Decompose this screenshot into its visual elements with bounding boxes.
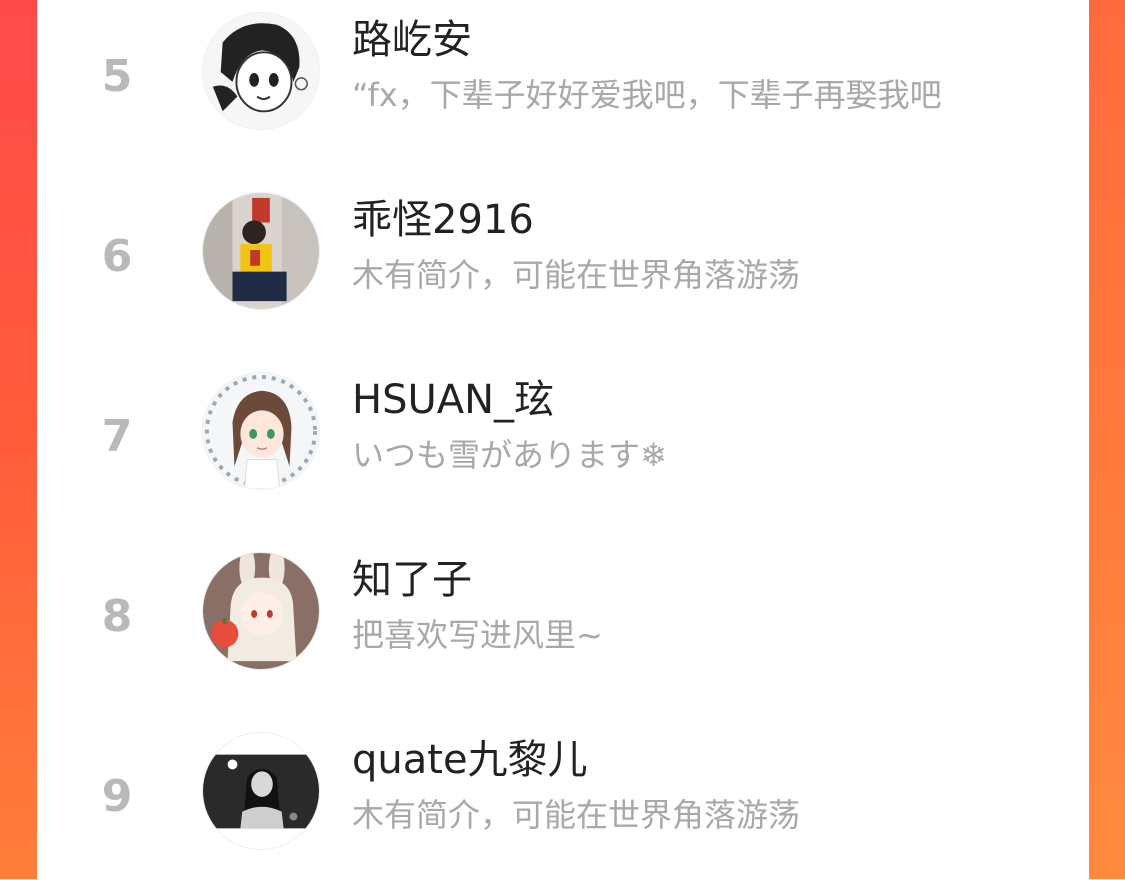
anime-girl-sketch-avatar-icon [203, 13, 319, 129]
girl-photo-avatar-icon [203, 193, 319, 309]
user-bio: “fx，下辈子好好爱我吧，下辈子再娶我吧 [352, 76, 942, 114]
rank-number: 9 [101, 771, 133, 822]
list-item[interactable]: 7 HSUAN_玹 いつも雪があります❄ [37, 360, 1089, 520]
list-item[interactable]: 9 quate九黎儿 木有简介，可能在世界角落游荡 [37, 720, 1089, 880]
user-name[interactable]: 路屹安 [352, 18, 472, 62]
user-bio: 把喜欢写进风里~ [352, 616, 603, 654]
user-name[interactable]: quate九黎儿 [352, 738, 588, 782]
ranking-list-panel: 5 路屹安 “fx，下辈子好好爱我吧，下辈子再娶我吧 6 乖怪2916 木有简介… [37, 0, 1089, 879]
monochrome-girl-photo-avatar-icon [203, 733, 319, 849]
user-name[interactable]: 知了子 [352, 558, 472, 602]
list-item[interactable]: 6 乖怪2916 木有简介，可能在世界角落游荡 [37, 180, 1089, 340]
list-item[interactable]: 5 路屹安 “fx，下辈子好好爱我吧，下辈子再娶我吧 [37, 0, 1089, 160]
avatar[interactable] [202, 12, 320, 130]
rank-number: 5 [101, 51, 133, 102]
list-item[interactable]: 8 知了子 把喜欢写进风里~ [37, 540, 1089, 700]
avatar[interactable] [202, 372, 320, 490]
rank-number: 7 [101, 411, 133, 462]
anime-girl-snow-avatar-icon [203, 373, 319, 489]
avatar[interactable] [202, 732, 320, 850]
user-bio: 木有简介，可能在世界角落游荡 [352, 256, 801, 294]
background-right-edge [1085, 0, 1125, 879]
avatar[interactable] [202, 192, 320, 310]
user-name[interactable]: 乖怪2916 [352, 198, 534, 242]
user-name[interactable]: HSUAN_玹 [352, 378, 554, 422]
rank-number: 6 [101, 231, 133, 282]
avatar[interactable] [202, 552, 320, 670]
anime-bunny-girl-avatar-icon [203, 553, 319, 669]
user-bio: 木有简介，可能在世界角落游荡 [352, 796, 801, 834]
rank-number: 8 [101, 591, 133, 642]
user-bio: いつも雪があります❄ [352, 436, 667, 474]
